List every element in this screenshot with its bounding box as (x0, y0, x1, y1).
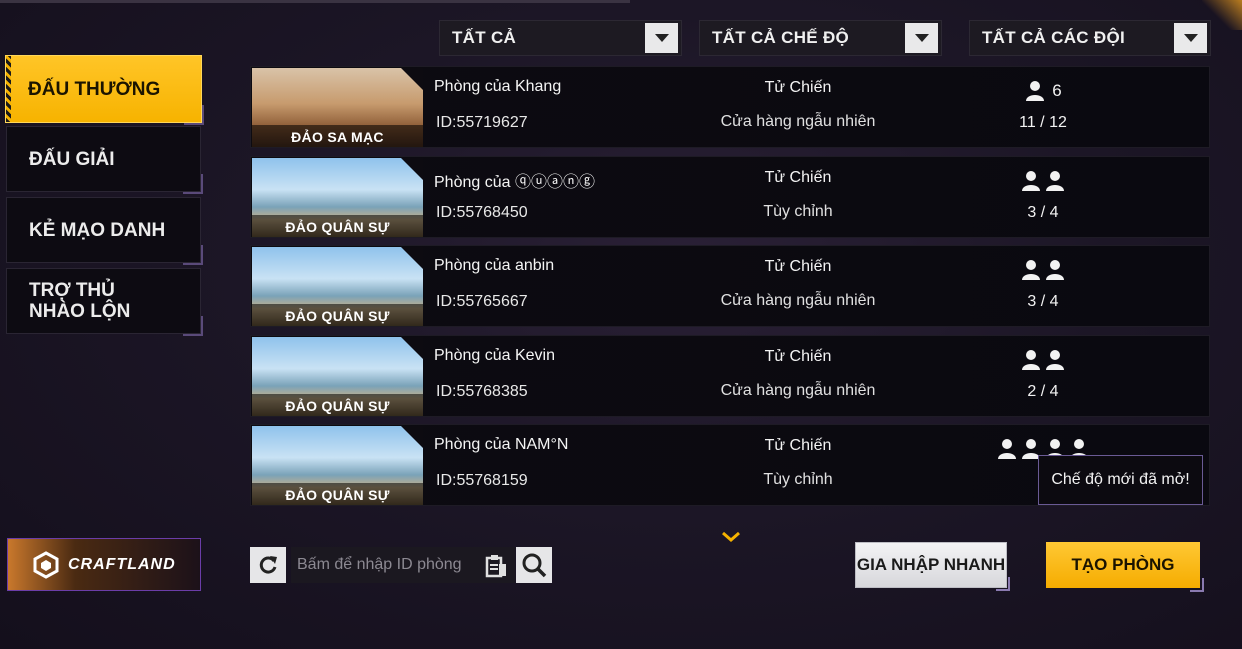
game-mode: Tử Chiến (764, 258, 832, 275)
person-icon (1022, 350, 1040, 370)
filter-modes[interactable]: TẤT CẢ CHẾ ĐỘ (699, 20, 942, 56)
shop-type: Cửa hàng ngẫu nhiên (720, 113, 876, 130)
player-count: 3 / 4 (1027, 293, 1059, 310)
team-size (993, 258, 1093, 282)
map-name: ĐẢO QUÂN SỰ (252, 215, 423, 237)
team-size-number: 6 (1052, 81, 1062, 100)
room-row[interactable]: ĐẢO SA MẠC Phòng của Khang ID:55719627 Tử C… (250, 66, 1210, 148)
room-id: ID:55768159 (436, 472, 528, 489)
corner-fold (401, 158, 423, 180)
corner-fold (401, 426, 423, 448)
room-id: ID:55765667 (436, 293, 528, 310)
room-id: ID:55768450 (436, 204, 528, 221)
chevron-down-icon[interactable] (645, 23, 678, 53)
craftland-logo-icon (33, 550, 59, 579)
chevron-down-icon[interactable] (905, 23, 938, 53)
room-name: Phòng của Kevin (434, 347, 555, 364)
map-thumbnail: ĐẢO QUÂN SỰ (252, 158, 423, 237)
sidebar-item-label: KẺ MẠO DANH (29, 219, 166, 241)
map-name: ĐẢO QUÂN SỰ (252, 394, 423, 416)
filter-teams[interactable]: TẤT CẢ CÁC ĐỘI (969, 20, 1211, 56)
create-room-button[interactable]: TẠO PHÒNG (1046, 542, 1204, 592)
sidebar-item-impostor[interactable]: KẺ MẠO DANH (6, 197, 203, 265)
craftland-label: CRAFTLAND (68, 555, 176, 573)
team-size (993, 169, 1093, 193)
sidebar-item-tournament[interactable]: ĐẤU GIẢI (6, 126, 203, 194)
game-mode: Tử Chiến (764, 169, 832, 186)
player-count: 11 / 12 (1019, 114, 1067, 131)
room-name: Phòng của NAM°N (434, 436, 569, 453)
room-name: Phòng của Khang (434, 78, 562, 95)
map-thumbnail: ĐẢO QUÂN SỰ (252, 247, 423, 326)
filter-modes-label: TẤT CẢ CHẾ ĐỘ (712, 28, 850, 47)
room-name: Phòng của anbin (434, 257, 555, 274)
new-mode-tooltip: Chế độ mới đã mở! (1038, 455, 1203, 505)
refresh-button[interactable] (250, 547, 286, 583)
map-thumbnail: ĐẢO QUÂN SỰ (252, 337, 423, 416)
room-id-search[interactable] (291, 547, 515, 583)
map-name: ĐẢO QUÂN SỰ (252, 304, 423, 326)
top-edge-bar (0, 0, 630, 3)
room-id: ID:55719627 (436, 114, 528, 131)
player-count: 3 / 4 (1027, 204, 1059, 221)
shop-type: Tùy chỉnh (763, 471, 833, 488)
person-icon (1022, 171, 1040, 191)
person-icon (1022, 260, 1040, 280)
clipboard-icon[interactable] (485, 554, 507, 578)
sidebar-item-label: ĐẤU THƯỜNG (28, 78, 161, 100)
shop-type: Cửa hàng ngẫu nhiên (720, 292, 876, 309)
map-name: ĐẢO SA MẠC (252, 125, 423, 147)
person-icon (1046, 350, 1064, 370)
filter-all-label: TẤT CẢ (452, 28, 517, 47)
map-thumbnail: ĐẢO QUÂN SỰ (252, 426, 423, 505)
room-name: Phòng của ⓠⓤⓐⓝⓖ (434, 174, 595, 191)
room-row[interactable]: ĐẢO QUÂN SỰ Phòng của ⓠⓤⓐⓝⓖ ID:55768450 Tử … (250, 156, 1210, 238)
game-mode: Tử Chiến (764, 79, 832, 96)
game-mode: Tử Chiến (764, 437, 832, 454)
search-button[interactable] (516, 547, 552, 583)
map-thumbnail: ĐẢO SA MẠC (252, 68, 423, 147)
team-size: 6 (993, 79, 1093, 103)
chevron-down-icon[interactable] (720, 530, 742, 544)
corner-fold (401, 68, 423, 90)
corner-fold (401, 247, 423, 269)
shop-type: Cửa hàng ngẫu nhiên (720, 382, 876, 399)
sidebar-item-stunt-helper[interactable]: TRỢ THỦ NHÀO LỘN (6, 268, 203, 336)
game-mode: Tử Chiến (764, 348, 832, 365)
room-id: ID:55768385 (436, 383, 528, 400)
person-icon (1046, 171, 1064, 191)
person-icon (998, 439, 1016, 459)
shop-type: Tùy chỉnh (763, 203, 833, 220)
refresh-icon (259, 556, 277, 574)
sidebar-item-normal-match[interactable]: ĐẤU THƯỜNG (6, 56, 204, 125)
quick-join-button[interactable]: GIA NHẬP NHANH (855, 542, 1010, 591)
sidebar-item-label: ĐẤU GIẢI (29, 148, 115, 170)
room-id-input[interactable] (291, 547, 476, 583)
person-icon (1026, 81, 1045, 101)
filter-teams-label: TẤT CẢ CÁC ĐỘI (982, 28, 1126, 47)
player-count: 2 / 4 (1027, 383, 1059, 400)
room-row[interactable]: ĐẢO QUÂN SỰ Phòng của anbin ID:55765667 Tử … (250, 245, 1210, 327)
team-size (993, 348, 1093, 372)
filter-all[interactable]: TẤT CẢ (439, 20, 682, 56)
chevron-down-icon[interactable] (1174, 23, 1207, 53)
corner-fold (401, 337, 423, 359)
craftland-button[interactable]: CRAFTLAND (7, 538, 201, 591)
sidebar-item-label: TRỢ THỦ NHÀO LỘN (29, 280, 131, 322)
map-name: ĐẢO QUÂN SỰ (252, 483, 423, 505)
person-icon (1046, 260, 1064, 280)
search-icon (522, 553, 547, 578)
room-row[interactable]: ĐẢO QUÂN SỰ Phòng của Kevin ID:55768385 Tử … (250, 335, 1210, 417)
